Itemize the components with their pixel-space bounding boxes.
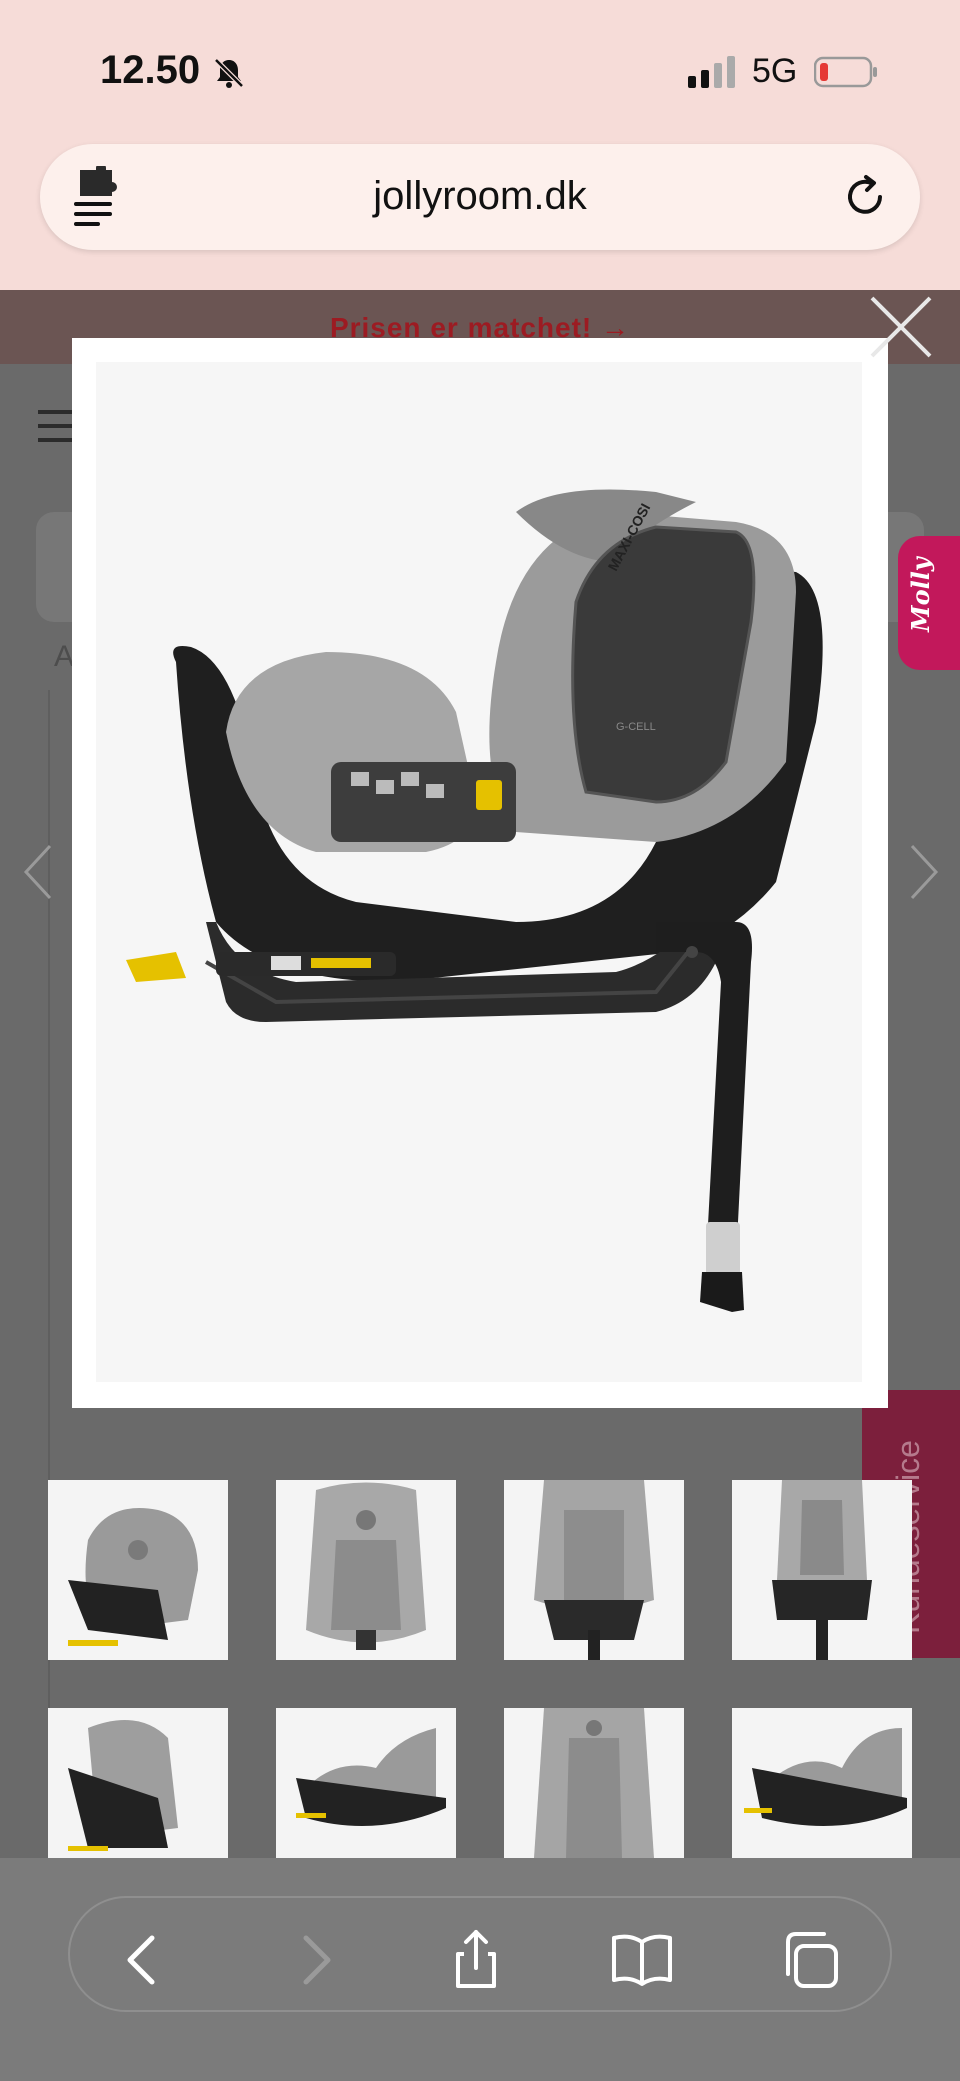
chevron-left-icon[interactable] — [18, 842, 58, 902]
chat-tab-label[interactable]: Molly — [906, 557, 935, 632]
thumbnail-7[interactable] — [504, 1708, 684, 1858]
gcell-text: G-CELL — [616, 721, 656, 733]
product-image: MAXI-COSI G-CELL — [96, 362, 862, 1382]
thumbnail-6[interactable] — [276, 1708, 456, 1858]
address-bar[interactable]: jollyroom.dk — [40, 144, 920, 250]
battery-low-icon — [814, 56, 877, 88]
dimmed-text: A — [54, 640, 75, 673]
status-bar: 12.50 5G jollyroom.dk — [0, 0, 960, 290]
close-icon[interactable] — [864, 290, 938, 364]
bookmarks-icon[interactable] — [610, 1928, 674, 1992]
forward-icon[interactable] — [282, 1928, 346, 1992]
tabs-icon[interactable] — [778, 1928, 842, 1992]
thumbnail-8[interactable] — [732, 1708, 912, 1858]
image-modal: MAXI-COSI G-CELL — [72, 338, 888, 1408]
chat-tab[interactable]: Molly — [898, 536, 960, 670]
chevron-right-icon[interactable] — [904, 842, 944, 902]
share-icon[interactable] — [444, 1928, 508, 1992]
thumbnail-4[interactable] — [732, 1480, 912, 1660]
thumbnail-3[interactable] — [504, 1480, 684, 1660]
thumbnail-1[interactable] — [48, 1480, 228, 1660]
thumbnail-5[interactable] — [48, 1708, 228, 1858]
network-label: 5G — [752, 52, 798, 90]
clock: 12.50 — [100, 48, 201, 92]
bell-muted-icon — [214, 58, 244, 88]
url-text[interactable]: jollyroom.dk — [40, 174, 920, 219]
car-seat-illustration: MAXI-COSI G-CELL — [126, 489, 823, 1312]
thumbnail-2[interactable] — [276, 1480, 456, 1660]
back-icon[interactable] — [112, 1928, 176, 1992]
reload-icon[interactable] — [842, 174, 888, 220]
signal-icon — [688, 56, 735, 88]
